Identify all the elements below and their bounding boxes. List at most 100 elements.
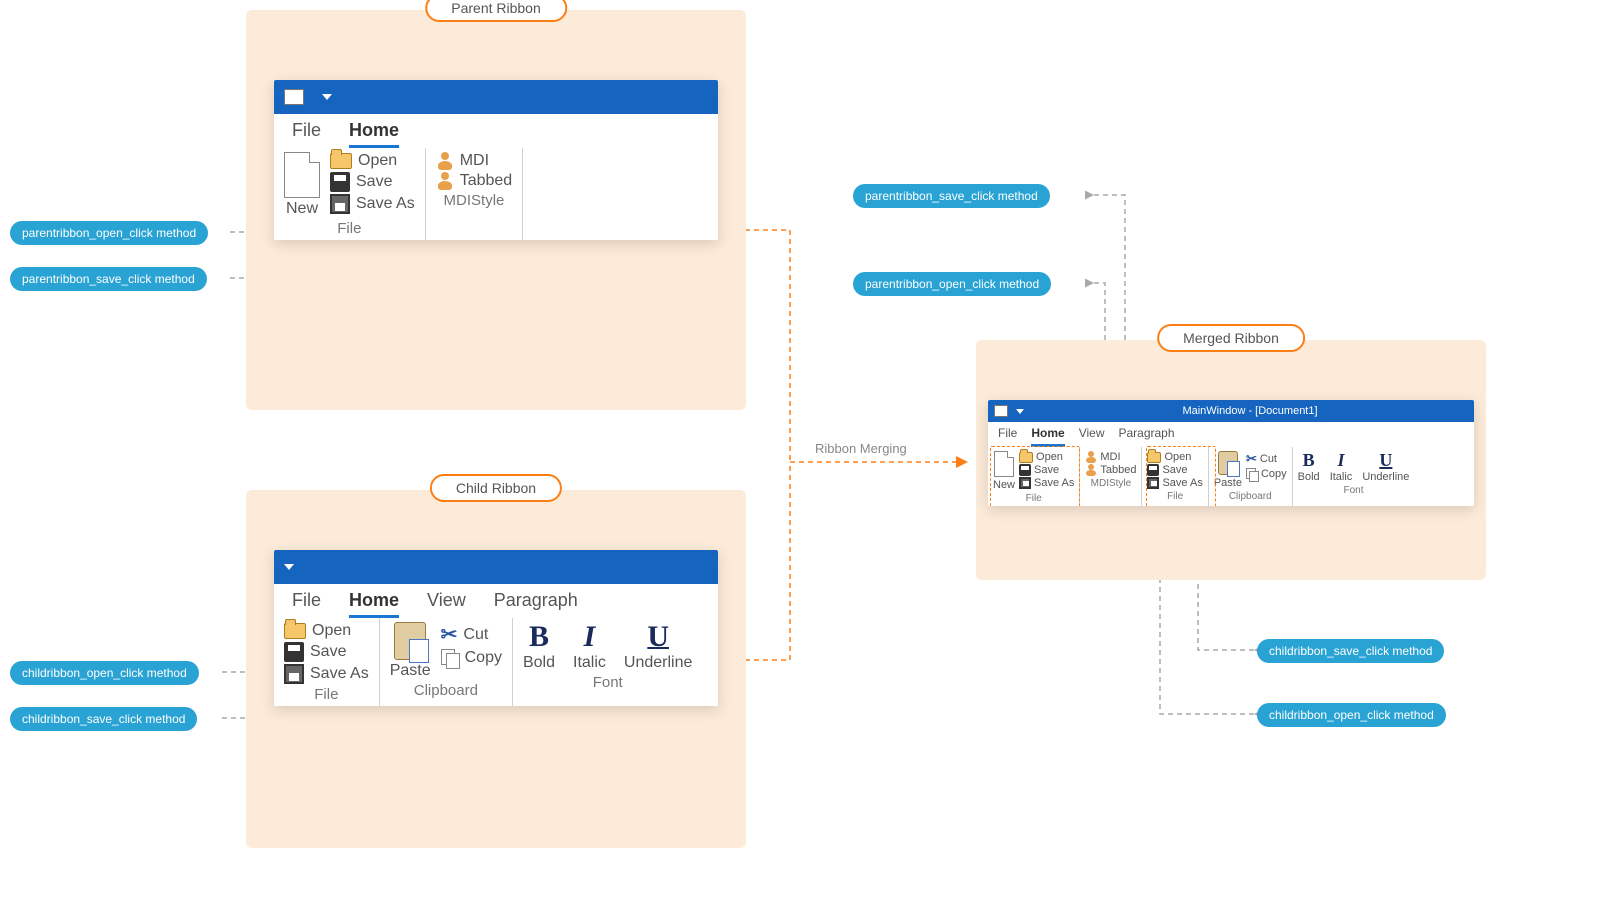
save-button[interactable]: Save [1019,464,1074,476]
child-group-clipboard: Paste ✂ Cut Copy Clipboard [379,618,512,706]
open-button[interactable]: Open [1019,451,1074,463]
saveas-icon [1019,477,1031,489]
save-label: Save [1034,464,1059,476]
group-label-file: File [337,220,361,237]
italic-label: Italic [1330,471,1353,483]
open-label: Open [1164,451,1191,463]
qat-dropdown-icon[interactable] [322,94,332,100]
save-icon [1147,464,1159,476]
child-panel: Child Ribbon File Home View Paragraph Op… [246,490,746,848]
cut-button[interactable]: ✂ Cut [1246,451,1287,467]
pill-child-open: childribbon_open_click method [10,661,199,685]
cut-icon: ✂ [1246,451,1257,467]
tabbed-label: Tabbed [1100,464,1136,476]
saveas-button[interactable]: Save As [1147,477,1202,489]
cut-icon: ✂ [441,622,458,647]
tab-file[interactable]: File [292,120,321,148]
folder-icon [284,623,306,639]
bold-button[interactable]: B Bold [1298,451,1320,483]
bold-label: Bold [523,654,555,672]
tabbed-button[interactable]: Tabbed [1085,464,1136,476]
italic-icon: I [584,622,596,652]
child-tabs: File Home View Paragraph [274,584,718,618]
parent-ribbon-titlebar [274,80,718,114]
save-icon [284,642,304,662]
italic-button[interactable]: I Italic [573,622,606,672]
tab-paragraph[interactable]: Paragraph [1118,426,1174,447]
group-label-clipboard: Clipboard [1229,491,1272,502]
parent-ribbon: File Home New Open [274,80,718,240]
copy-button[interactable]: Copy [1246,468,1287,480]
open-label: Open [1036,451,1063,463]
tab-file[interactable]: File [998,426,1017,447]
tab-home[interactable]: Home [349,120,399,148]
qat-dropdown-icon[interactable] [284,564,294,570]
new-button[interactable]: New [284,152,320,218]
mdi-label: MDI [460,152,489,170]
save-button[interactable]: Save [284,642,369,662]
child-ribbon-titlebar [274,550,718,584]
merged-tabs: File Home View Paragraph [988,422,1474,447]
saveas-button[interactable]: Save As [284,664,369,684]
child-ribbon: File Home View Paragraph Open Save [274,550,718,706]
copy-icon [441,649,459,667]
folder-icon [1019,452,1033,463]
mdi-button[interactable]: MDI [436,152,513,170]
folder-icon [330,153,352,169]
tab-home[interactable]: Home [1031,426,1064,447]
tab-file[interactable]: File [292,590,321,618]
qat-dropdown-icon[interactable] [1016,409,1024,414]
tabbed-button[interactable]: Tabbed [436,172,513,190]
tab-paragraph[interactable]: Paragraph [494,590,578,618]
user-icon [1085,451,1097,463]
paste-icon [1218,451,1238,475]
bold-button[interactable]: B Bold [523,622,555,672]
mdi-label: MDI [1100,451,1120,463]
underline-button[interactable]: U Underline [624,622,692,672]
group-label-font: Font [1344,485,1364,496]
parent-group-spacer [522,148,718,240]
paste-button[interactable]: Paste [1214,451,1242,489]
saveas-icon [1147,477,1159,489]
tab-view[interactable]: View [1079,426,1105,447]
save-label: Save [310,643,346,661]
group-label-file: File [1026,493,1042,504]
open-button[interactable]: Open [1147,451,1202,463]
child-title-badge: Child Ribbon [430,474,562,502]
save-button[interactable]: Save [1147,464,1202,476]
merged-group-mdistyle: MDI Tabbed MDIStyle [1079,447,1141,506]
parent-group-file: New Open Save Save As [274,148,425,240]
tabbed-label: Tabbed [460,172,513,190]
app-icon [284,89,304,105]
saveas-icon [330,194,350,214]
app-icon [994,405,1008,417]
tab-home[interactable]: Home [349,590,399,618]
merged-group-file-child: Open Save Save As File [1141,447,1207,506]
child-group-file: Open Save Save As File [274,618,379,706]
new-label: New [286,200,318,218]
saveas-label: Save As [1034,477,1074,489]
open-button[interactable]: Open [284,622,369,640]
paste-label: Paste [390,662,431,680]
italic-button[interactable]: I Italic [1330,451,1353,483]
copy-label: Copy [1261,468,1287,480]
merged-ribbon-titlebar: MainWindow - [Document1] [988,400,1474,422]
copy-button[interactable]: Copy [441,649,502,667]
new-document-icon [994,451,1014,477]
tab-view[interactable]: View [427,590,466,618]
save-icon [330,172,350,192]
pill-merged-parent-open: parentribbon_open_click method [853,272,1051,296]
save-button[interactable]: Save [330,172,415,192]
paste-button[interactable]: Paste [390,622,431,680]
underline-button[interactable]: U Underline [1362,451,1409,483]
cut-label: Cut [463,626,488,644]
mdi-button[interactable]: MDI [1085,451,1136,463]
save-label: Save [356,173,392,191]
saveas-button[interactable]: Save As [1019,477,1074,489]
open-button[interactable]: Open [330,152,415,170]
pill-parent-save: parentribbon_save_click method [10,267,207,291]
cut-button[interactable]: ✂ Cut [441,622,502,647]
user-icon [1085,464,1097,476]
new-button[interactable]: New [993,451,1015,491]
saveas-button[interactable]: Save As [330,194,415,214]
